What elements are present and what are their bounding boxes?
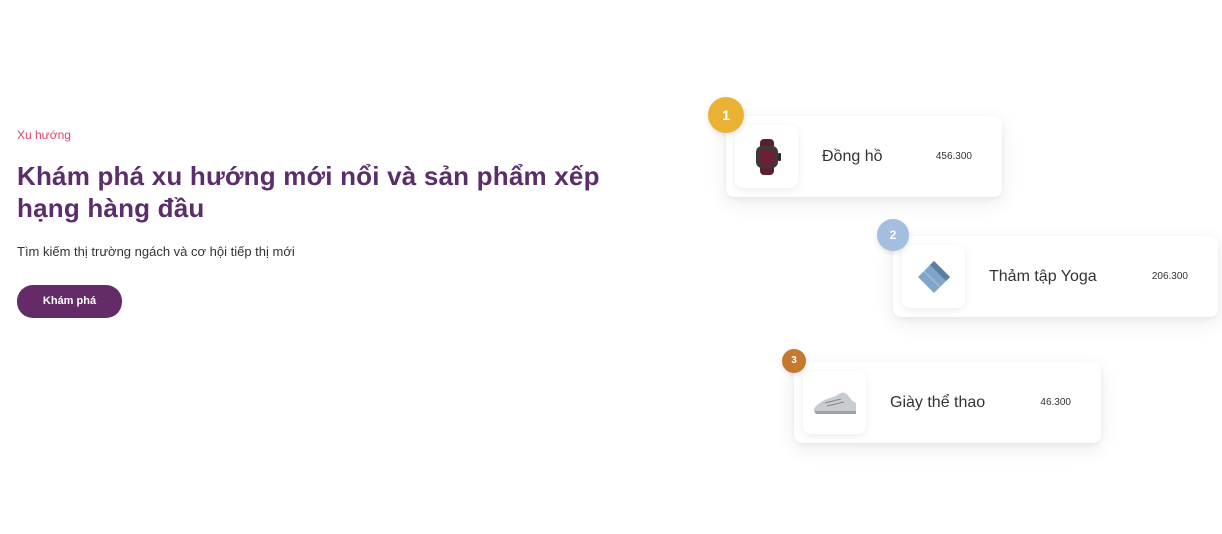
- ranked-product-card-3[interactable]: Giày thể thao 46.300: [794, 362, 1101, 443]
- product-price: 206.300: [1151, 271, 1188, 282]
- hero-title: Khám phá xu hướng mới nổi và sản phẩm xế…: [17, 161, 600, 223]
- product-thumbnail: [735, 125, 798, 188]
- smartwatch-icon: [755, 138, 781, 175]
- product-thumbnail: [902, 245, 965, 308]
- hero-section: Xu hướng Khám phá xu hướng mới nổi và sả…: [17, 128, 657, 318]
- rank-badge-1: 1: [708, 97, 744, 133]
- rank-badge-3: 3: [782, 349, 806, 373]
- hero-subtitle: Tìm kiếm thị trường ngách và cơ hội tiếp…: [17, 244, 295, 259]
- explore-button[interactable]: Khám phá: [17, 285, 122, 318]
- product-thumbnail: [803, 371, 866, 434]
- ranked-product-card-1[interactable]: Đồng hồ 456.300: [726, 116, 1002, 197]
- product-name: Đồng hồ: [822, 147, 883, 165]
- sneaker-icon: [813, 391, 856, 414]
- product-name: Giày thể thao: [890, 393, 986, 411]
- rank-badge-2: 2: [877, 219, 909, 251]
- product-price: 46.300: [1040, 397, 1071, 408]
- product-price: 456.300: [935, 151, 972, 162]
- ranked-product-card-2[interactable]: Thảm tập Yoga 206.300: [893, 236, 1218, 317]
- product-name: Thảm tập Yoga: [989, 267, 1097, 285]
- yoga-mat-icon: [917, 260, 950, 293]
- section-eyebrow: Xu hướng: [17, 128, 71, 142]
